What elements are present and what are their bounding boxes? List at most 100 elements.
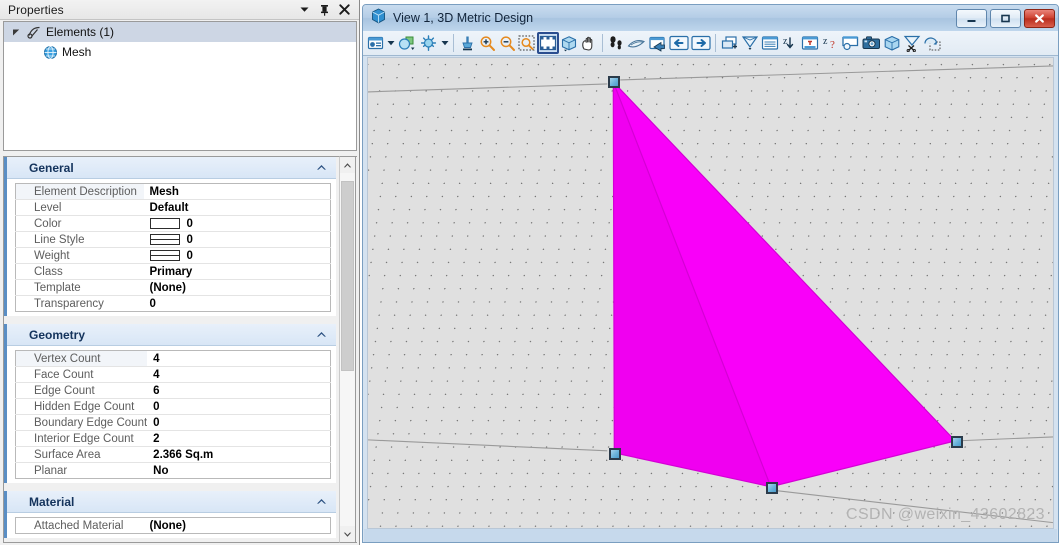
scrollbar-thumb[interactable] <box>341 181 354 371</box>
prop-row[interactable]: Level Default <box>15 199 331 216</box>
color-swatch-icon[interactable] <box>149 218 180 229</box>
tree-item-elements[interactable]: Elements (1) <box>4 22 356 42</box>
properties-scroll-area: General Element Description Mesh Level D… <box>3 156 357 543</box>
section-material-title: Material <box>29 494 75 509</box>
prop-value: 0 <box>143 215 331 232</box>
chevron-up-icon[interactable] <box>314 328 328 342</box>
prop-value: 6 <box>147 382 331 399</box>
prop-label: Boundary Edge Count <box>15 414 148 431</box>
prop-value: 0 <box>143 247 331 264</box>
change-view-perspective-icon[interactable] <box>922 32 943 54</box>
section-geometry-header[interactable]: Geometry <box>7 324 336 346</box>
set-display-depth-icon[interactable]: z <box>780 32 800 54</box>
chevron-up-icon[interactable] <box>314 161 328 175</box>
prop-value: 0 <box>149 297 156 310</box>
prop-row[interactable]: Hidden Edge Count 0 <box>15 398 331 415</box>
window-area-icon[interactable] <box>517 32 537 54</box>
section-geometry: Geometry Vertex Count 4 Face Count 4 Edg… <box>4 324 336 483</box>
chevron-down-icon[interactable] <box>298 3 311 16</box>
section-material-header[interactable]: Material <box>7 491 336 513</box>
prop-label: Hidden Edge Count <box>15 398 148 415</box>
properties-scrollbar[interactable] <box>339 156 356 543</box>
vertex-handle-bottom-left[interactable] <box>609 448 621 460</box>
adjust-brightness-icon[interactable] <box>418 32 439 54</box>
zoom-in-icon[interactable] <box>477 32 497 54</box>
section-general: General Element Description Mesh Level D… <box>4 157 336 316</box>
weight-swatch-icon[interactable] <box>149 250 180 261</box>
prop-row[interactable]: Color 0 <box>15 215 331 232</box>
section-general-header[interactable]: General <box>7 157 336 179</box>
next-view-icon[interactable] <box>690 32 712 54</box>
prop-row[interactable]: Surface Area 2.366 Sq.m <box>15 446 331 463</box>
maximize-button[interactable] <box>990 8 1021 28</box>
show-display-depth-icon[interactable] <box>800 32 820 54</box>
vertex-handle-top[interactable] <box>608 76 620 88</box>
previous-view-icon[interactable] <box>668 32 690 54</box>
elements-tree[interactable]: Elements (1) Mesh <box>3 21 357 151</box>
view-attributes-dropdown-icon[interactable] <box>385 40 396 46</box>
clip-volume-icon[interactable] <box>740 32 760 54</box>
fly-view-icon[interactable] <box>626 32 647 54</box>
prop-label: Template <box>15 279 144 296</box>
line-style-swatch-icon[interactable] <box>149 234 180 245</box>
view-titlebar[interactable]: View 1, 3D Metric Design <box>363 5 1058 31</box>
pan-view-icon[interactable] <box>579 32 599 54</box>
scroll-down-button[interactable] <box>340 526 355 542</box>
prop-row[interactable]: Template (None) <box>15 279 331 296</box>
clip-element-icon[interactable] <box>902 32 922 54</box>
view-rotation-cube-icon[interactable] <box>882 32 902 54</box>
prop-label: Class <box>15 263 144 280</box>
render-icon[interactable] <box>840 32 861 54</box>
walk-view-icon[interactable] <box>606 32 626 54</box>
prop-row[interactable]: Line Style 0 <box>15 231 331 248</box>
set-active-depth-icon[interactable]: z ? <box>820 32 840 54</box>
display-style-icon[interactable] <box>396 32 418 54</box>
view-attributes-icon[interactable] <box>365 32 385 54</box>
vertex-handle-bottom-middle[interactable] <box>766 482 778 494</box>
prop-value: 0 <box>143 231 331 248</box>
prop-label: Vertex Count <box>15 350 148 367</box>
tree-item-elements-label: Elements (1) <box>46 25 115 39</box>
prop-row[interactable]: Class Primary <box>15 263 331 280</box>
prop-label: Attached Material <box>34 519 124 532</box>
section-general-title: General <box>29 160 74 175</box>
camera-icon[interactable] <box>861 32 882 54</box>
zoom-out-icon[interactable] <box>497 32 517 54</box>
prop-row[interactable]: Element Description Mesh <box>15 183 331 200</box>
svg-text:?: ? <box>830 39 835 51</box>
prop-value: Default <box>143 199 331 216</box>
prop-row[interactable]: Boundary Edge Count 0 <box>15 414 331 431</box>
prop-row[interactable]: Face Count 4 <box>15 366 331 383</box>
prop-row[interactable]: Edge Count 6 <box>15 382 331 399</box>
minimize-button[interactable] <box>956 8 987 28</box>
display-style-dropdown-icon[interactable] <box>439 40 450 46</box>
clip-mask-icon[interactable] <box>760 32 780 54</box>
prop-row[interactable]: Vertex Count 4 <box>15 350 331 367</box>
rotate-view-icon[interactable] <box>559 32 579 54</box>
close-icon[interactable] <box>338 3 351 16</box>
prop-row[interactable]: Transparency 0 <box>16 296 331 312</box>
scrollbar-track[interactable] <box>340 173 355 526</box>
copy-view-icon[interactable] <box>647 32 668 54</box>
prop-value: 2 <box>147 430 331 447</box>
fit-view-icon[interactable] <box>537 32 559 54</box>
vertex-handle-right[interactable] <box>951 436 963 448</box>
chevron-up-icon[interactable] <box>314 495 328 509</box>
section-spacer <box>4 316 336 324</box>
scroll-up-button[interactable] <box>340 157 355 173</box>
toolbar-separator <box>602 34 603 52</box>
prop-row[interactable]: Attached Material (None) <box>16 518 331 534</box>
close-button[interactable] <box>1024 8 1055 28</box>
prop-row[interactable]: Planar No <box>16 463 331 479</box>
expand-arrow-icon[interactable] <box>8 28 24 37</box>
pin-icon[interactable] <box>318 3 331 16</box>
tree-item-mesh[interactable]: Mesh <box>4 42 356 62</box>
view-toolbar[interactable]: z z ? <box>363 31 1058 56</box>
copy-view-window-icon[interactable] <box>719 32 740 54</box>
prop-row[interactable]: Weight 0 <box>15 247 331 264</box>
viewport[interactable]: CSDN @weixin_43602823 <box>367 57 1054 529</box>
section-geometry-title: Geometry <box>29 327 86 342</box>
view-title: View 1, 3D Metric Design <box>393 11 534 25</box>
prop-row[interactable]: Interior Edge Count 2 <box>15 430 331 447</box>
update-view-icon[interactable] <box>457 32 477 54</box>
